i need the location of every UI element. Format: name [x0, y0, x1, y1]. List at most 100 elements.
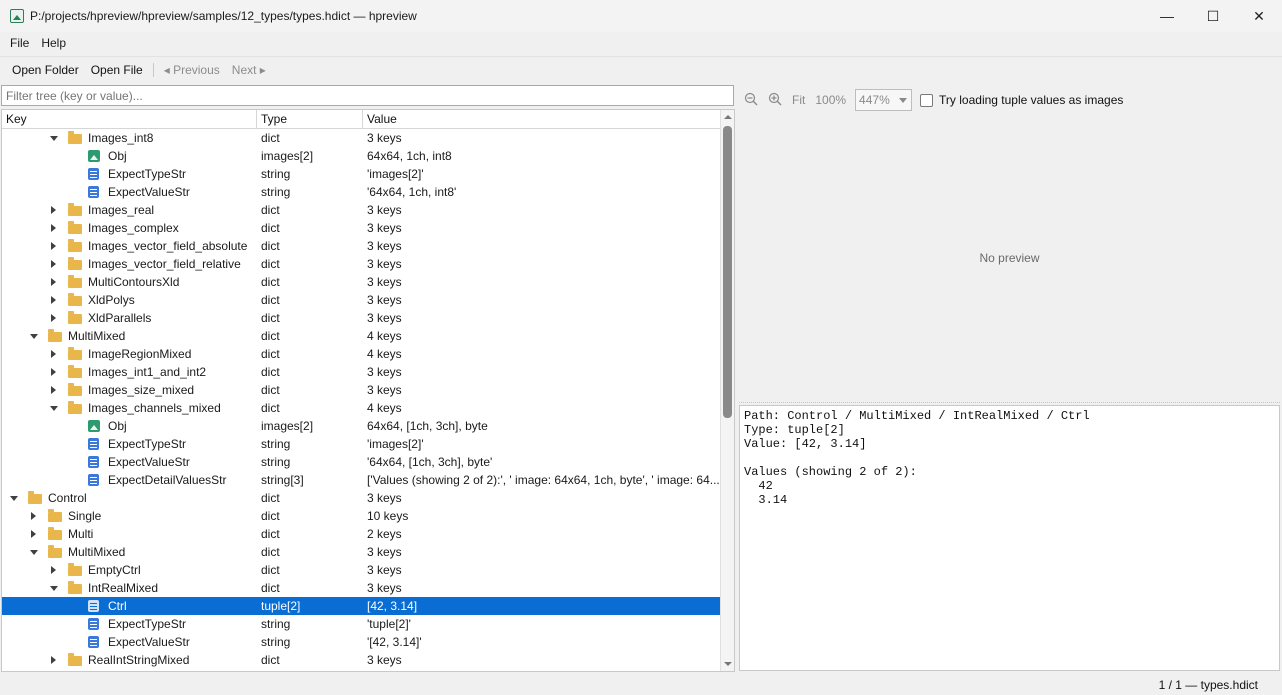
chevron-right-icon[interactable]	[48, 291, 58, 309]
chevron-right-icon[interactable]	[48, 309, 58, 327]
tree-view[interactable]: Key Type Value Images_int8 dict 3 keys Obj i…	[1, 109, 735, 672]
tree-key-label: MultiMixed	[68, 329, 126, 343]
chevron-right-icon[interactable]	[48, 273, 58, 291]
menu-file[interactable]: File	[4, 36, 35, 50]
chevron-right-icon[interactable]	[48, 651, 58, 669]
tree-cell-key: Images_channels_mixed	[2, 399, 259, 417]
folder-icon	[68, 581, 82, 594]
tree-row[interactable]: ImageRegionMixed dict 4 keys	[2, 345, 720, 363]
tree-row[interactable]: Images_complex dict 3 keys	[2, 219, 720, 237]
column-header-value[interactable]: Value	[363, 110, 720, 129]
chevron-down-icon[interactable]	[8, 489, 18, 507]
chevron-down-icon[interactable]	[48, 129, 58, 147]
chevron-right-icon[interactable]	[28, 507, 38, 525]
tree-row[interactable]: ExpectValueStr string '64x64, [1ch, 3ch], …	[2, 453, 720, 471]
tree-cell-key: ExpectDetailValuesStr	[2, 471, 259, 489]
chevron-right-icon[interactable]	[48, 201, 58, 219]
tree-row[interactable]: ExpectTypeStr string 'images[2]'	[2, 435, 720, 453]
chevron-down-icon[interactable]	[28, 543, 38, 561]
zoom-out-icon[interactable]	[739, 92, 763, 109]
column-header-key[interactable]: Key	[2, 110, 257, 129]
next-button[interactable]: Next ▸	[226, 63, 272, 77]
tree-row[interactable]: ExpectValueStr string '64x64, 1ch, int8'	[2, 183, 720, 201]
folder-icon	[68, 203, 82, 216]
zoom-in-icon[interactable]	[763, 92, 787, 109]
tree-cell-value: 3 keys	[367, 131, 402, 145]
tree-row[interactable]: XldPolys dict 3 keys	[2, 291, 720, 309]
chevron-right-icon[interactable]	[48, 381, 58, 399]
folder-icon	[68, 275, 82, 288]
scroll-up-icon[interactable]	[724, 115, 732, 119]
tree-row[interactable]: Images_channels_mixed dict 4 keys	[2, 399, 720, 417]
toolbar: Open Folder Open File ◂ Previous Next ▸	[0, 56, 1282, 82]
tree-row[interactable]: MultiMixed dict 4 keys	[2, 327, 720, 345]
tree-row[interactable]: ExpectDetailValuesStr string[3] ['Values (…	[2, 471, 720, 489]
chevron-right-icon[interactable]	[48, 345, 58, 363]
column-header-type[interactable]: Type	[257, 110, 363, 129]
tree-cell-value: '[42, 3.14]'	[367, 635, 422, 649]
tree-row[interactable]: Ctrl tuple[2] [42, 3.14]	[2, 597, 720, 615]
tree-row[interactable]: XldParallels dict 3 keys	[2, 309, 720, 327]
chevron-down-icon[interactable]	[48, 579, 58, 597]
maximize-button[interactable]: ☐	[1190, 0, 1236, 32]
close-button[interactable]: ✕	[1236, 0, 1282, 32]
chevron-right-icon[interactable]	[48, 237, 58, 255]
chevron-down-icon[interactable]	[48, 399, 58, 417]
open-folder-button[interactable]: Open Folder	[6, 63, 85, 77]
tree-key-label: IntRealMixed	[88, 581, 159, 595]
tree-cell-type: dict	[261, 545, 280, 559]
zoom-100-button[interactable]: 100%	[810, 93, 851, 107]
fit-button[interactable]: Fit	[787, 93, 810, 107]
tree-row[interactable]: MultiContoursXld dict 3 keys	[2, 273, 720, 291]
preview-area: No preview	[739, 115, 1280, 400]
tree-key-label: ExpectDetailValuesStr	[108, 473, 227, 487]
tree-cell-type: string	[261, 635, 291, 649]
string-icon	[88, 186, 99, 198]
chevron-right-icon[interactable]	[48, 363, 58, 381]
tree-row[interactable]: Images_real dict 3 keys	[2, 201, 720, 219]
tree-cell-type: string	[261, 617, 291, 631]
tree-key-label: MultiMixed	[68, 545, 126, 559]
menu-help[interactable]: Help	[35, 36, 72, 50]
tree-row[interactable]: ExpectTypeStr string 'images[2]'	[2, 165, 720, 183]
scrollbar-thumb[interactable]	[723, 126, 732, 418]
minimize-button[interactable]: —	[1144, 0, 1190, 32]
filter-input[interactable]	[1, 85, 734, 106]
tree-row[interactable]: Multi dict 2 keys	[2, 525, 720, 543]
tree-row[interactable]: Obj images[2] 64x64, 1ch, int8	[2, 147, 720, 165]
tree-row[interactable]: Control dict 3 keys	[2, 489, 720, 507]
tree-row[interactable]: Obj images[2] 64x64, [1ch, 3ch], byte	[2, 417, 720, 435]
tree-row[interactable]: MultiMixed dict 3 keys	[2, 543, 720, 561]
string-icon	[88, 456, 99, 468]
tuple-images-checkbox[interactable]	[920, 93, 934, 107]
chevron-right-icon[interactable]	[48, 255, 58, 273]
folder-icon	[68, 653, 82, 666]
tree-row[interactable]: Images_vector_field_relative dict 3 keys	[2, 255, 720, 273]
chevron-right-icon[interactable]	[48, 561, 58, 579]
tree-row[interactable]: Images_size_mixed dict 3 keys	[2, 381, 720, 399]
tree-row[interactable]: Images_int8 dict 3 keys	[2, 129, 720, 147]
tree-row[interactable]: ExpectTypeStr string 'tuple[2]'	[2, 615, 720, 633]
app-icon	[10, 9, 24, 23]
zoom-select[interactable]: 447%	[855, 89, 913, 111]
chevron-down-icon[interactable]	[28, 327, 38, 345]
tree-cell-value: 3 keys	[367, 545, 402, 559]
tree-row[interactable]: ExpectValueStr string '[42, 3.14]'	[2, 633, 720, 651]
scroll-down-icon[interactable]	[724, 662, 732, 666]
tree-cell-key: ImageRegionMixed	[2, 345, 259, 363]
folder-icon	[68, 311, 82, 324]
chevron-right-icon[interactable]	[48, 219, 58, 237]
tree-row[interactable]: RealIntStringMixed dict 3 keys	[2, 651, 720, 669]
tree-scrollbar[interactable]	[720, 110, 734, 671]
tree-row[interactable]: Images_int1_and_int2 dict 3 keys	[2, 363, 720, 381]
tree-row[interactable]: Images_vector_field_absolute dict 3 keys	[2, 237, 720, 255]
chevron-right-icon[interactable]	[28, 525, 38, 543]
previous-button[interactable]: ◂ Previous	[158, 63, 226, 77]
open-file-button[interactable]: Open File	[85, 63, 149, 77]
tree-row[interactable]: IntRealMixed dict 3 keys	[2, 579, 720, 597]
tree-row[interactable]: EmptyCtrl dict 3 keys	[2, 561, 720, 579]
tree-key-label: Single	[68, 509, 102, 523]
tree-row[interactable]: Single dict 10 keys	[2, 507, 720, 525]
tuple-images-label[interactable]: Try loading tuple values as images	[939, 93, 1123, 107]
tree-key-label: ExpectTypeStr	[108, 167, 187, 181]
